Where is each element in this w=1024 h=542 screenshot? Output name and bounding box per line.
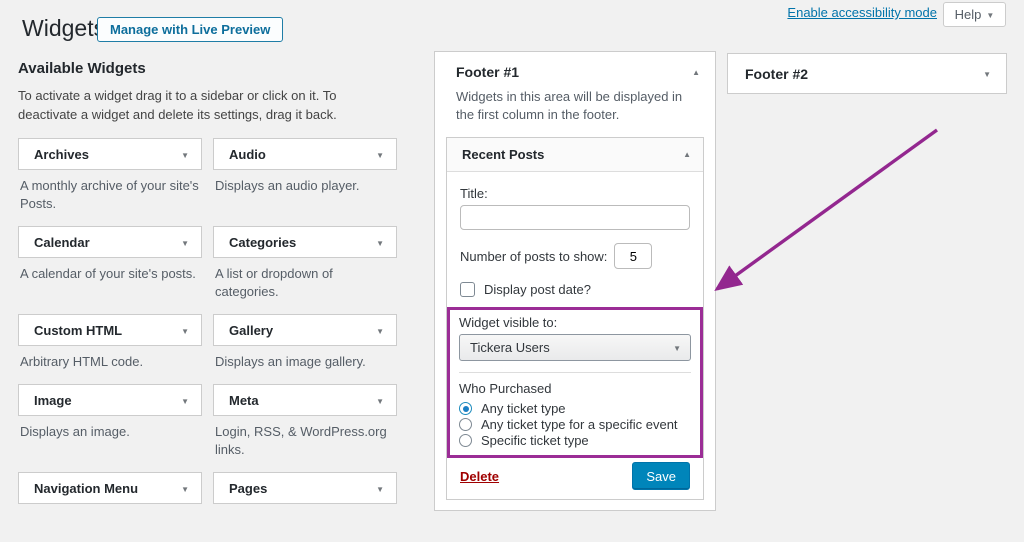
footer-1-description: Widgets in this area will be displayed i… xyxy=(456,88,694,124)
widget-card-title: Gallery xyxy=(229,323,273,338)
available-widgets-intro: To activate a widget drag it to a sideba… xyxy=(18,86,388,124)
chevron-down-icon[interactable] xyxy=(376,485,384,494)
save-button[interactable]: Save xyxy=(632,462,690,490)
widget-card-meta[interactable]: Meta xyxy=(213,384,397,416)
widget-card-desc xyxy=(20,511,200,529)
num-posts-input[interactable] xyxy=(614,243,652,269)
widget-card-image[interactable]: Image xyxy=(18,384,202,416)
widget-card-title: Archives xyxy=(34,147,89,162)
who-purchased-label: Who Purchased xyxy=(459,381,691,396)
sidebar-footer-2[interactable]: Footer #2 xyxy=(727,53,1007,94)
widget-card-title: Calendar xyxy=(34,235,90,250)
available-widget-pages: Pages xyxy=(213,472,397,542)
title-input[interactable] xyxy=(460,205,690,230)
widget-card-navigation-menu[interactable]: Navigation Menu xyxy=(18,472,202,504)
widget-card-title: Image xyxy=(34,393,72,408)
visibility-highlight-box: Widget visible to: Tickera Users Who Pur… xyxy=(447,307,703,458)
widget-card-desc: A calendar of your site's posts. xyxy=(20,265,200,283)
widget-visible-to-label: Widget visible to: xyxy=(459,315,691,330)
radio-option-any-ticket-type[interactable]: Any ticket type xyxy=(459,401,691,416)
delete-link[interactable]: Delete xyxy=(460,469,499,484)
radio-selected-icon[interactable] xyxy=(459,402,472,415)
widget-card-desc xyxy=(215,511,395,529)
available-widget-calendar: Calendar A calendar of your site's posts… xyxy=(18,226,202,314)
available-widget-navigation-menu: Navigation Menu xyxy=(18,472,202,542)
available-widget-archives: Archives A monthly archive of your site'… xyxy=(18,138,202,226)
available-widgets-heading: Available Widgets xyxy=(18,60,397,77)
help-dropdown[interactable]: Help xyxy=(943,2,1006,27)
available-widget-gallery: Gallery Displays an image gallery. xyxy=(213,314,397,384)
widget-card-title: Meta xyxy=(229,393,259,408)
radio-label: Any ticket type for a specific event xyxy=(481,417,678,432)
chevron-down-icon[interactable] xyxy=(376,327,384,336)
widget-card-desc: A monthly archive of your site's Posts. xyxy=(20,177,200,213)
radio-option-specific-ticket-type[interactable]: Specific ticket type xyxy=(459,433,691,448)
manage-live-preview-button[interactable]: Manage with Live Preview xyxy=(97,17,283,42)
widget-card-categories[interactable]: Categories xyxy=(213,226,397,258)
divider xyxy=(459,372,691,373)
widget-card-calendar[interactable]: Calendar xyxy=(18,226,202,258)
chevron-down-icon[interactable] xyxy=(181,327,189,336)
enable-accessibility-mode-link[interactable]: Enable accessibility mode xyxy=(787,5,937,20)
chevron-down-icon xyxy=(986,11,994,20)
chevron-down-icon[interactable] xyxy=(181,151,189,160)
widget-card-desc: Displays an image. xyxy=(20,423,200,441)
widget-card-title: Custom HTML xyxy=(34,323,122,338)
recent-posts-header[interactable]: Recent Posts xyxy=(447,138,703,172)
widget-card-desc: Displays an audio player. xyxy=(215,177,395,195)
num-posts-label: Number of posts to show: xyxy=(460,249,607,264)
chevron-down-icon[interactable] xyxy=(983,70,991,79)
chevron-down-icon xyxy=(673,344,681,353)
recent-posts-form: Title: Number of posts to show: Display … xyxy=(447,172,703,499)
radio-icon[interactable] xyxy=(459,418,472,431)
available-widget-image: Image Displays an image. xyxy=(18,384,202,472)
recent-posts-title: Recent Posts xyxy=(462,147,544,162)
available-widgets-section: Available Widgets To activate a widget d… xyxy=(18,60,397,542)
widget-visible-to-select[interactable]: Tickera Users xyxy=(459,334,691,361)
help-label: Help xyxy=(955,7,982,22)
available-widget-audio: Audio Displays an audio player. xyxy=(213,138,397,226)
radio-icon[interactable] xyxy=(459,434,472,447)
widget-card-title: Pages xyxy=(229,481,267,496)
chevron-down-icon[interactable] xyxy=(376,151,384,160)
widget-card-title: Categories xyxy=(229,235,296,250)
widget-card-custom-html[interactable]: Custom HTML xyxy=(18,314,202,346)
widget-card-audio[interactable]: Audio xyxy=(213,138,397,170)
widget-card-desc: Login, RSS, & WordPress.org links. xyxy=(215,423,395,459)
recent-posts-widget: Recent Posts Title: Number of posts to s… xyxy=(446,137,704,500)
available-widget-categories: Categories A list or dropdown of categor… xyxy=(213,226,397,314)
widget-card-desc: Arbitrary HTML code. xyxy=(20,353,200,371)
widget-card-archives[interactable]: Archives xyxy=(18,138,202,170)
selected-visibility-value: Tickera Users xyxy=(470,340,550,355)
widget-card-desc: Displays an image gallery. xyxy=(215,353,395,371)
radio-label: Any ticket type xyxy=(481,401,566,416)
widget-card-desc: A list or dropdown of categories. xyxy=(215,265,395,301)
widget-card-pages[interactable]: Pages xyxy=(213,472,397,504)
available-widget-custom-html: Custom HTML Arbitrary HTML code. xyxy=(18,314,202,384)
page-title: Widgets xyxy=(22,14,105,42)
widget-card-title: Navigation Menu xyxy=(34,481,138,496)
chevron-up-icon[interactable] xyxy=(692,68,700,77)
display-post-date-label: Display post date? xyxy=(484,282,591,297)
chevron-down-icon[interactable] xyxy=(181,239,189,248)
chevron-down-icon[interactable] xyxy=(181,397,189,406)
chevron-up-icon[interactable] xyxy=(683,150,691,159)
footer-2-title: Footer #2 xyxy=(745,66,808,82)
title-field-label: Title: xyxy=(460,186,690,201)
radio-label: Specific ticket type xyxy=(481,433,589,448)
widget-card-title: Audio xyxy=(229,147,266,162)
display-post-date-checkbox[interactable] xyxy=(460,282,475,297)
available-widget-meta: Meta Login, RSS, & WordPress.org links. xyxy=(213,384,397,472)
sidebar-footer-1: Footer #1 Widgets in this area will be d… xyxy=(434,51,716,511)
available-widgets-grid: Archives A monthly archive of your site'… xyxy=(18,138,397,542)
chevron-down-icon[interactable] xyxy=(181,485,189,494)
radio-option-any-ticket-specific-event[interactable]: Any ticket type for a specific event xyxy=(459,417,691,432)
chevron-down-icon[interactable] xyxy=(376,239,384,248)
chevron-down-icon[interactable] xyxy=(376,397,384,406)
footer-1-title: Footer #1 xyxy=(456,64,519,80)
widget-card-gallery[interactable]: Gallery xyxy=(213,314,397,346)
footer-1-header[interactable]: Footer #1 xyxy=(446,64,704,80)
